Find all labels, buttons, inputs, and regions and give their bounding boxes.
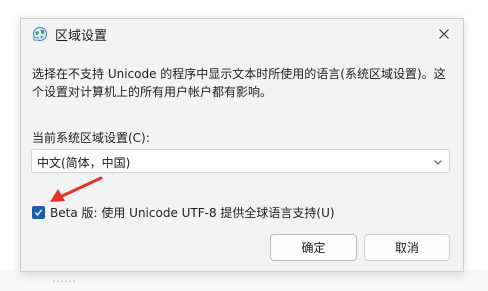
- utf8-beta-checkbox[interactable]: [32, 206, 45, 219]
- system-locale-dropdown[interactable]: 中文(简体，中国): [31, 149, 450, 173]
- ok-button[interactable]: 确定: [270, 234, 357, 261]
- red-annotation-arrow-icon: [50, 176, 103, 202]
- background-window: ……: [0, 270, 488, 291]
- screenshot-page: …… 区域设置 选择在不支持 Unicode 的程序中显示文本时所使用的语言(系…: [0, 0, 488, 291]
- chevron-down-icon: [434, 160, 442, 165]
- system-locale-value: 中文(简体，中国): [37, 156, 131, 170]
- globe-icon: [33, 27, 47, 41]
- background-partial-text: ……: [52, 271, 76, 285]
- close-button[interactable]: [433, 23, 455, 45]
- system-locale-label: 当前系统区域设置(C):: [32, 131, 150, 145]
- region-settings-dialog: 区域设置 选择在不支持 Unicode 的程序中显示文本时所使用的语言(系统区域…: [20, 18, 464, 272]
- checkmark-icon: [34, 209, 43, 216]
- dialog-description: 选择在不支持 Unicode 的程序中显示文本时所使用的语言(系统区域设置)。这…: [32, 67, 446, 99]
- dialog-title: 区域设置: [55, 29, 108, 44]
- dialog-titlebar: 区域设置: [21, 19, 463, 49]
- utf8-beta-label[interactable]: Beta 版: 使用 Unicode UTF-8 提供全球语言支持(U): [50, 204, 335, 221]
- close-icon: [439, 29, 449, 39]
- cancel-button[interactable]: 取消: [364, 234, 450, 261]
